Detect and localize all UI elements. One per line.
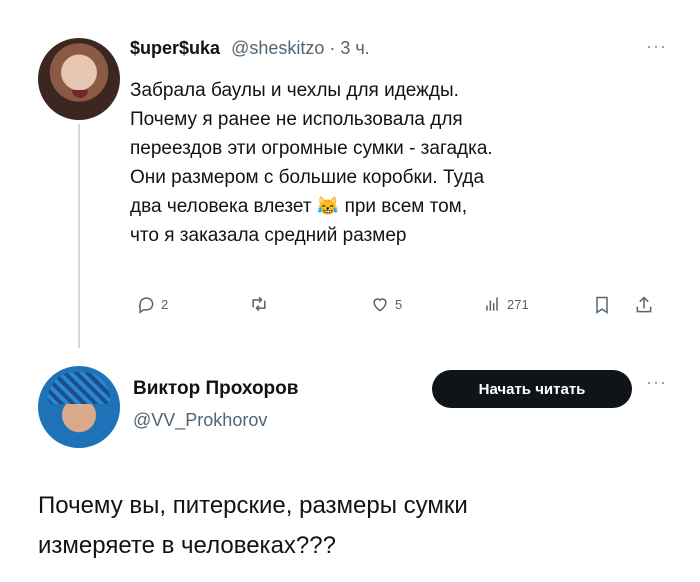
- tweet1-action-bar: 2 5 271: [136, 294, 676, 322]
- bookmark-icon: [596, 296, 608, 314]
- reply-button[interactable]: 2: [136, 294, 168, 314]
- thread-connector-line: [78, 124, 80, 348]
- views-button[interactable]: 271: [482, 294, 529, 314]
- like-button[interactable]: 5: [370, 294, 402, 314]
- share-button[interactable]: [634, 294, 654, 316]
- heart-icon: [373, 298, 387, 312]
- tweet1-timestamp[interactable]: 3 ч.: [340, 38, 369, 58]
- avatar-superSuka[interactable]: [38, 38, 120, 120]
- share-icon: [636, 296, 652, 313]
- tweet1-author-name[interactable]: $uper$uka: [130, 38, 220, 58]
- bookmark-button[interactable]: [592, 294, 612, 316]
- follow-button[interactable]: Начать читать: [432, 370, 632, 408]
- retweet-button[interactable]: [248, 294, 270, 314]
- retweet-icon: [252, 296, 266, 312]
- tweet1-line-4: Они размером с большие коробки. Туда: [130, 167, 485, 188]
- views-count: 271: [507, 296, 529, 312]
- like-count: 5: [395, 296, 403, 312]
- tweet2-author-name[interactable]: Виктор Прохоров: [133, 378, 298, 400]
- crying-cat-emoji-icon: 😹: [316, 196, 340, 216]
- tweet1-line-2: Почему я ранее не использовала для: [130, 109, 463, 130]
- tweet1-line-1: Забрала баулы и чехлы для идежды.: [130, 80, 459, 101]
- avatar-face-detail: [72, 90, 88, 98]
- tweet1-author-handle[interactable]: @sheskitzo · 3 ч.: [231, 38, 370, 58]
- tweet2-line-1: Почему вы, питерские, размеры сумки: [38, 492, 468, 519]
- tweet1-line-3: переездов эти огромные сумки - загадка.: [130, 138, 493, 159]
- tweet1-line-5: два человека влезет 😹 при всем том,: [130, 192, 670, 221]
- avatar-hat-detail: [48, 372, 110, 404]
- tweet1-line-6: что я заказала средний размер: [130, 225, 407, 246]
- avatar-vv-prokhorov[interactable]: [38, 366, 120, 448]
- reply-count: 2: [161, 296, 169, 312]
- tweet2-text: Почему вы, питерские, размеры сумки изме…: [38, 486, 658, 566]
- tweet1-more-icon[interactable]: ···: [646, 36, 667, 57]
- tweet2-more-icon[interactable]: ···: [646, 372, 667, 393]
- views-icon: [486, 297, 498, 311]
- reply-icon: [138, 297, 154, 314]
- tweet2-line-2: измеряете в человеках???: [38, 532, 336, 559]
- tweet1-text: Забрала баулы и чехлы для идежды. Почему…: [130, 76, 670, 250]
- tweet1-header: $uper$uka @sheskitzo · 3 ч.: [130, 38, 370, 59]
- tweet2-author-handle[interactable]: @VV_Prokhorov: [133, 410, 267, 431]
